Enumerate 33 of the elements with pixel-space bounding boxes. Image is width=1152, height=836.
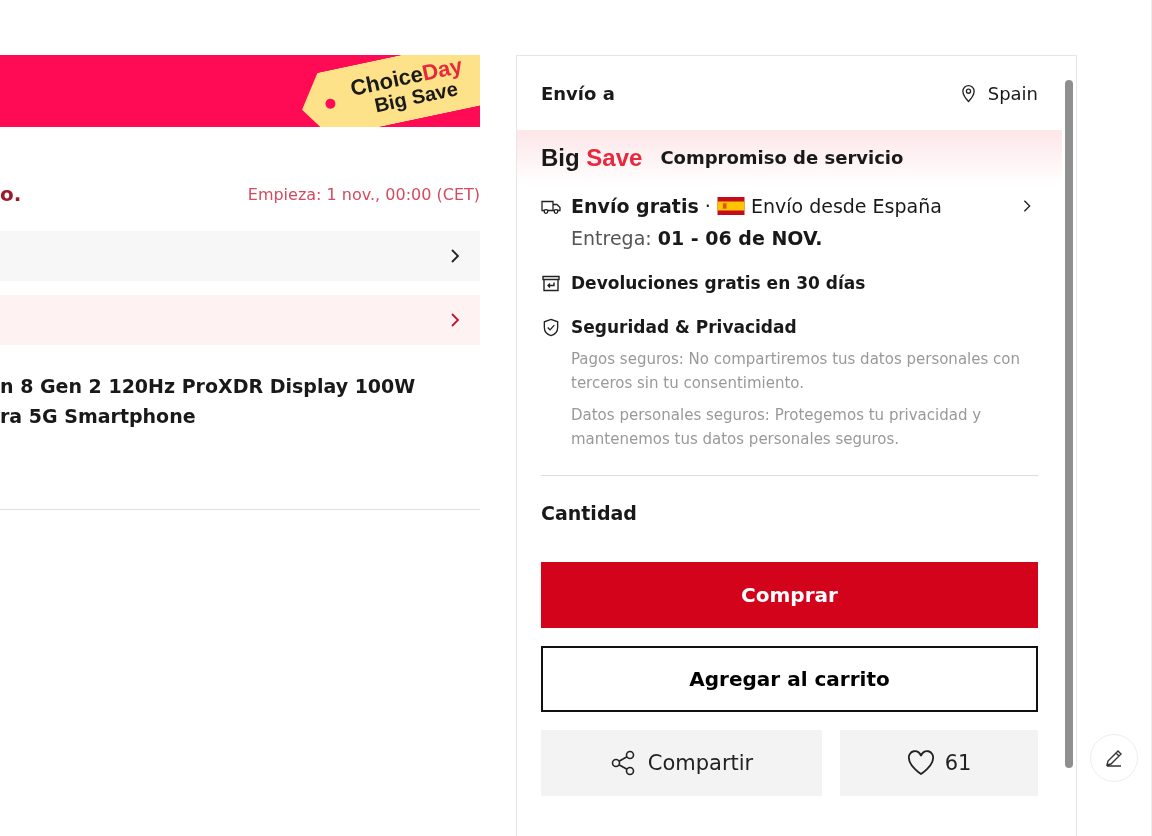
chevron-right-icon bbox=[1022, 199, 1032, 213]
heart-icon bbox=[906, 750, 935, 776]
big-save-logo: Big Save bbox=[541, 143, 643, 172]
add-to-cart-button[interactable]: Agregar al carrito bbox=[541, 646, 1038, 712]
spain-flag-icon bbox=[716, 197, 745, 215]
location-pin-icon bbox=[960, 83, 976, 103]
start-time: Empieza: 1 nov., 00:00 (CET) bbox=[247, 184, 480, 204]
delivery-dates: 01 - 06 de NOV. bbox=[657, 227, 823, 249]
tag-hole-icon bbox=[324, 97, 337, 110]
share-button[interactable]: Compartir bbox=[541, 730, 822, 796]
ship-to-label: Envío a bbox=[541, 82, 615, 104]
edit-button[interactable] bbox=[1090, 734, 1138, 782]
promo-title: o. bbox=[0, 182, 22, 206]
country-selector[interactable]: Spain bbox=[960, 82, 1038, 104]
chevron-right-icon bbox=[450, 312, 460, 328]
wishlist-button[interactable]: 61 bbox=[840, 730, 1038, 796]
separator-dot: · bbox=[703, 195, 712, 217]
security-title: Seguridad & Privacidad bbox=[571, 317, 797, 337]
ship-origin: Envío desde España bbox=[750, 195, 942, 217]
returns-label: Devoluciones gratis en 30 días bbox=[571, 273, 866, 293]
shipping-row[interactable]: Envío gratis · Envío desde España Entrega: 01 - 06 de NOV. bbox=[541, 185, 1038, 249]
buy-button[interactable]: Comprar bbox=[541, 562, 1038, 628]
quantity-label: Cantidad bbox=[541, 502, 638, 526]
return-box-icon bbox=[541, 273, 561, 293]
service-title: Compromiso de servicio bbox=[660, 147, 904, 168]
shield-check-icon bbox=[541, 317, 561, 337]
pencil-icon bbox=[1104, 748, 1124, 768]
product-title: n 8 Gen 2 120Hz ProXDR Display 100W ra 5G Smartphone bbox=[0, 374, 417, 429]
security-note: Pagos seguros: No compartiremos tus datos personales con terceros sin tu consentimiento. bbox=[571, 349, 1021, 394]
chevron-right-icon bbox=[450, 248, 460, 264]
delivery-label: Entrega: bbox=[571, 227, 652, 249]
free-shipping-label: Envío gratis bbox=[571, 195, 699, 217]
security-note: Datos personales seguros: Protegemos tu privacidad y mantenemos tus datos personales seguros. bbox=[571, 405, 983, 450]
